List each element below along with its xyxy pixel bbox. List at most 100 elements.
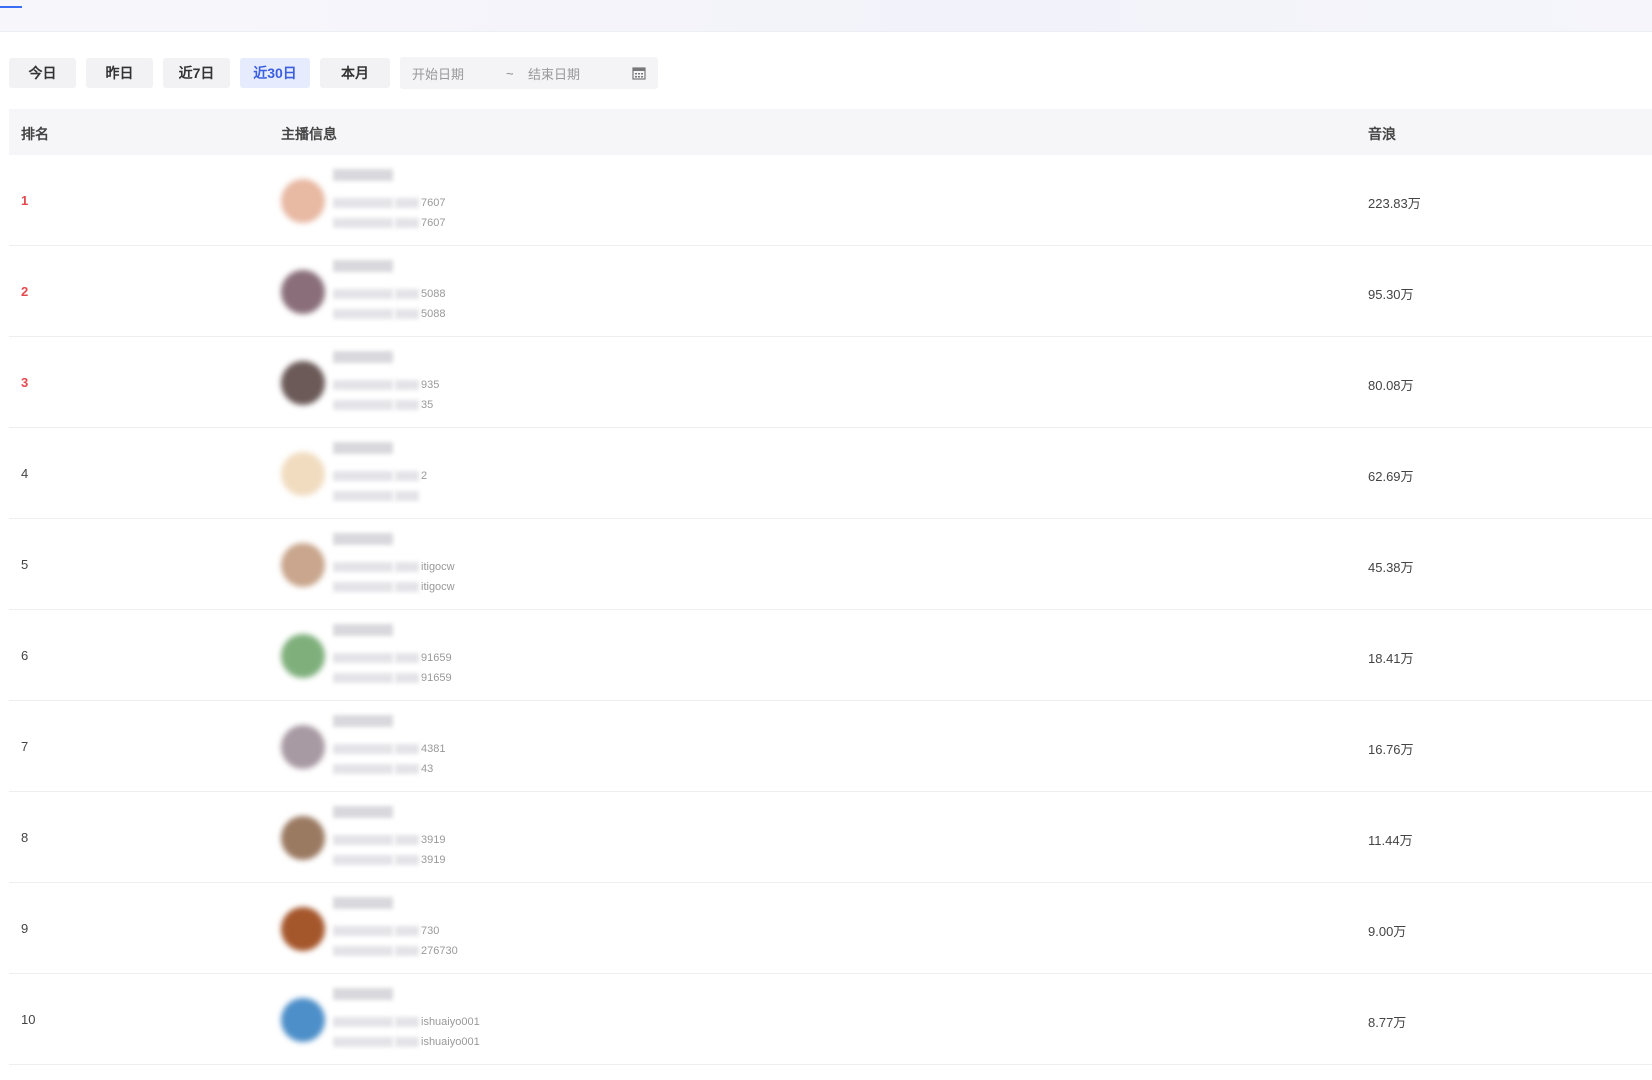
anchor-account-line: 35 [333, 397, 433, 413]
anchor-id-suffix: 3919 [421, 834, 446, 846]
anchor-name-blurred [333, 533, 393, 545]
table-header: 排名 主播信息 音浪 [9, 109, 1652, 155]
ranking-table: 排名 主播信息 音浪 1 7607 7607 223.83万 2 5088 5088 95.3… [9, 109, 1652, 1065]
anchor-id-suffix: 2 [421, 470, 428, 482]
filter-this-month-button[interactable]: 本月 [320, 58, 390, 88]
table-row[interactable]: 1 7607 7607 223.83万 [9, 155, 1652, 246]
avatar[interactable] [281, 361, 325, 405]
anchor-name-blurred [333, 169, 393, 181]
date-range-picker[interactable]: 开始日期 ~ 结束日期 [400, 57, 658, 89]
start-date-input[interactable]: 开始日期 [412, 64, 464, 83]
anchor-name-blurred [333, 988, 393, 1000]
rank-number: 6 [21, 648, 29, 663]
top-nav-bar [0, 0, 1652, 32]
calendar-icon[interactable] [632, 66, 646, 80]
anchor-id-line: 2 [333, 468, 427, 484]
anchor-id-line: 5088 [333, 286, 445, 302]
anchor-id-line: 7607 [333, 195, 445, 211]
value-cell: 18.41万 [1368, 651, 1414, 666]
anchor-id-line: 4381 [333, 741, 445, 757]
anchor-account-line: 276730 [333, 943, 458, 959]
value-cell: 45.38万 [1368, 560, 1414, 575]
filter-today-button[interactable]: 今日 [9, 58, 76, 88]
filter-yesterday-button[interactable]: 昨日 [86, 58, 153, 88]
anchor-account-line: 5088 [333, 306, 445, 322]
header-anchor-info: 主播信息 [281, 126, 337, 142]
anchor-account-line [333, 488, 421, 504]
anchor-id-line: 730 [333, 923, 439, 939]
table-row[interactable]: 9 730 276730 9.00万 [9, 883, 1652, 974]
rank-number: 9 [21, 921, 29, 936]
anchor-id-suffix: 91659 [421, 652, 452, 664]
value-cell: 8.77万 [1368, 1015, 1407, 1030]
anchor-account-suffix: 3919 [421, 854, 446, 866]
table-row[interactable]: 4 2 62.69万 [9, 428, 1652, 519]
anchor-account-line: 3919 [333, 852, 445, 868]
anchor-name-blurred [333, 442, 393, 454]
active-tab-indicator [0, 6, 22, 8]
rank-number: 1 [21, 193, 29, 208]
anchor-account-line: 7607 [333, 215, 445, 231]
avatar[interactable] [281, 179, 325, 223]
anchor-id-line: 91659 [333, 650, 452, 666]
anchor-account-suffix: 91659 [421, 672, 452, 684]
anchor-account-line: itigocw [333, 579, 455, 595]
anchor-id-line: itigocw [333, 559, 455, 575]
anchor-id-line: ishuaiyo001 [333, 1014, 480, 1030]
anchor-name-blurred [333, 806, 393, 818]
table-row[interactable]: 5 itigocw itigocw 45.38万 [9, 519, 1652, 610]
rank-number: 10 [21, 1012, 36, 1027]
value-cell: 9.00万 [1368, 924, 1407, 939]
avatar[interactable] [281, 270, 325, 314]
value-cell: 95.30万 [1368, 287, 1414, 302]
anchor-id-suffix: 7607 [421, 197, 446, 209]
avatar[interactable] [281, 543, 325, 587]
value-cell: 223.83万 [1368, 196, 1421, 211]
table-row[interactable]: 2 5088 5088 95.30万 [9, 246, 1652, 337]
avatar[interactable] [281, 452, 325, 496]
anchor-account-line: 91659 [333, 670, 452, 686]
table-row[interactable]: 7 4381 43 16.76万 [9, 701, 1652, 792]
anchor-account-suffix: 276730 [421, 945, 458, 957]
anchor-account-suffix: 43 [421, 763, 434, 775]
rank-number: 3 [21, 375, 29, 390]
table-row[interactable]: 8 3919 3919 11.44万 [9, 792, 1652, 883]
avatar[interactable] [281, 634, 325, 678]
value-cell: 16.76万 [1368, 742, 1414, 757]
date-range-separator: ~ [506, 65, 514, 81]
anchor-id-suffix: 730 [421, 925, 440, 937]
table-row[interactable]: 6 91659 91659 18.41万 [9, 610, 1652, 701]
anchor-account-suffix: ishuaiyo001 [421, 1036, 480, 1048]
anchor-id-suffix: 5088 [421, 288, 446, 300]
value-cell: 11.44万 [1368, 833, 1413, 848]
rank-number: 4 [21, 466, 29, 481]
anchor-name-blurred [333, 715, 393, 727]
anchor-id-line: 935 [333, 377, 439, 393]
table-row[interactable]: 3 935 35 80.08万 [9, 337, 1652, 428]
anchor-id-suffix: ishuaiyo001 [421, 1016, 480, 1028]
anchor-account-line: ishuaiyo001 [333, 1034, 480, 1050]
header-rank: 排名 [21, 126, 49, 142]
avatar[interactable] [281, 907, 325, 951]
anchor-id-line: 3919 [333, 832, 445, 848]
anchor-name-blurred [333, 351, 393, 363]
avatar[interactable] [281, 816, 325, 860]
filter-7days-button[interactable]: 近7日 [163, 58, 230, 88]
anchor-id-suffix: 935 [421, 379, 440, 391]
rank-number: 2 [21, 284, 29, 299]
anchor-id-suffix: itigocw [421, 561, 455, 573]
rank-number: 5 [21, 557, 29, 572]
anchor-name-blurred [333, 897, 393, 909]
rank-number: 7 [21, 739, 29, 754]
anchor-account-suffix: 7607 [421, 217, 446, 229]
header-value: 音浪 [1368, 126, 1396, 142]
anchor-id-suffix: 4381 [421, 743, 446, 755]
rank-number: 8 [21, 830, 29, 845]
filter-30days-button[interactable]: 近30日 [240, 58, 310, 88]
end-date-input[interactable]: 结束日期 [528, 64, 580, 83]
table-row[interactable]: 10 ishuaiyo001 ishuaiyo001 8.77万 [9, 974, 1652, 1065]
value-cell: 62.69万 [1368, 469, 1414, 484]
avatar[interactable] [281, 998, 325, 1042]
avatar[interactable] [281, 725, 325, 769]
table-body: 1 7607 7607 223.83万 2 5088 5088 95.30万 3 935 35 80.… [9, 155, 1652, 1065]
